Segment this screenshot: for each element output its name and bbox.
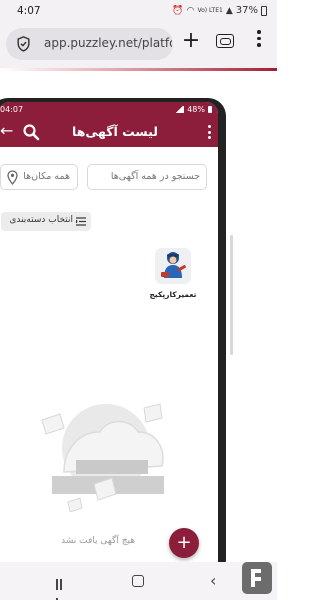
app-status-icons: 48% xyxy=(175,105,212,114)
add-ad-button[interactable]: + xyxy=(169,528,199,558)
page-title: لیست آگهی‌ها xyxy=(72,124,158,139)
new-tab-button[interactable]: + xyxy=(180,30,202,52)
category-item[interactable]: تعمیرکارپکیج xyxy=(150,248,196,308)
category-label: تعمیرکارپکیج xyxy=(149,290,197,299)
battery-icon xyxy=(208,106,212,113)
tab-switcher-icon[interactable] xyxy=(216,34,234,48)
scrollbar[interactable] xyxy=(230,235,233,355)
battery-icon xyxy=(261,5,267,16)
phone-frame: 04:07 48% ← لیست آگهی‌ها همه مکان‌ها xyxy=(0,98,226,578)
browser-toolbar: app.puzzley.net/platfo + xyxy=(0,22,277,68)
repairman-icon[interactable] xyxy=(155,248,191,284)
location-placeholder: همه مکان‌ها xyxy=(23,171,70,182)
app-clock: 04:07 xyxy=(0,105,24,114)
signal-icon xyxy=(175,106,185,113)
wifi-icon: ◠ xyxy=(186,5,195,16)
back-nav-icon[interactable]: ‹ xyxy=(210,571,216,590)
os-status-icons: ⏰ ◠ Vo) LTE1 ▲ 37% xyxy=(172,5,267,16)
signal-icon: ▲ xyxy=(225,5,233,16)
app-screen: 04:07 48% ← لیست آگهی‌ها همه مکان‌ها xyxy=(0,102,218,574)
location-select[interactable]: همه مکان‌ها xyxy=(0,164,78,190)
empty-state-illustration xyxy=(41,403,164,512)
app-toolbar: ← لیست آگهی‌ها xyxy=(0,117,218,147)
back-arrow-icon[interactable]: ← xyxy=(0,122,13,140)
category-select-button[interactable]: انتخاب دسته‌بندی xyxy=(1,212,91,231)
shield-icon[interactable] xyxy=(16,36,31,52)
category-select-label: انتخاب دسته‌بندی xyxy=(9,215,73,225)
more-vert-icon[interactable] xyxy=(208,125,211,142)
app-status-bar: 04:07 48% xyxy=(0,102,218,117)
watermark-logo xyxy=(242,562,272,594)
home-icon[interactable] xyxy=(132,575,144,587)
app-battery-percent: 48% xyxy=(187,105,205,114)
os-clock: 4:07 xyxy=(17,5,41,17)
filter-list-icon xyxy=(76,217,86,226)
recents-icon[interactable] xyxy=(56,575,68,600)
os-nav-bar: ‹ xyxy=(0,562,277,600)
search-placeholder: جستجو در همه آگهی‌ها xyxy=(110,171,200,182)
address-bar[interactable]: app.puzzley.net/platfo xyxy=(6,28,173,60)
page-header-strip xyxy=(0,68,277,71)
url-text[interactable]: app.puzzley.net/platfo xyxy=(44,36,172,50)
search-input[interactable]: جستجو در همه آگهی‌ها xyxy=(87,164,207,190)
more-vert-icon[interactable] xyxy=(257,30,261,50)
search-icon[interactable] xyxy=(22,123,40,141)
location-pin-icon xyxy=(7,170,18,185)
network-label: Vo) LTE1 xyxy=(197,7,223,14)
empty-state-message: هیچ آگهی یافت نشد xyxy=(61,536,135,546)
os-status-bar: 4:07 ⏰ ◠ Vo) LTE1 ▲ 37% xyxy=(0,0,277,22)
alarm-icon: ⏰ xyxy=(172,5,184,16)
battery-percent: 37% xyxy=(235,5,258,16)
